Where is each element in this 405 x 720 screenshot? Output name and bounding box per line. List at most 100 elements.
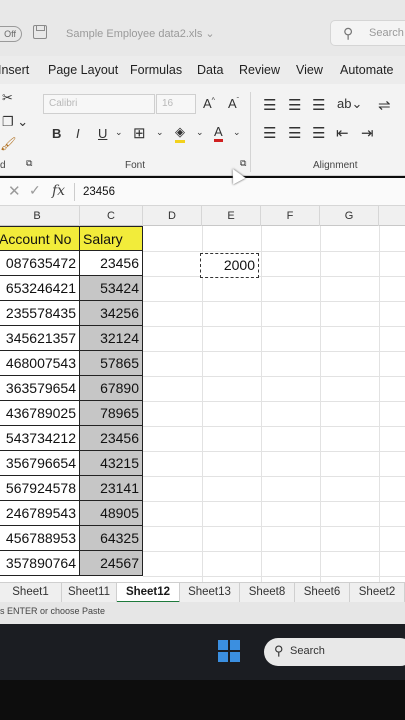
format-painter-icon[interactable]: 🖌 [0, 136, 17, 152]
dialog-launcher-icon[interactable]: ⧉ [26, 158, 32, 169]
chevron-down-icon[interactable]: ⌄ [115, 127, 123, 138]
dialog-launcher-icon[interactable]: ⧉ [240, 158, 246, 169]
autosave-toggle[interactable]: Off [0, 26, 22, 42]
wrap-text-icon[interactable]: ⇌ [378, 96, 391, 114]
align-bottom-icon[interactable]: ☰ [312, 96, 325, 114]
decrease-indent-icon[interactable]: ⇤ [336, 124, 349, 142]
align-middle-icon[interactable]: ☰ [288, 96, 301, 114]
chevron-down-icon[interactable]: ⌄ [233, 127, 241, 138]
enter-icon[interactable]: ✓ [29, 182, 41, 199]
gridline [143, 376, 405, 377]
account-no-cell[interactable]: 456788953 [0, 526, 80, 551]
tab-data[interactable]: Data [197, 63, 223, 77]
font-name-box[interactable]: Calibri [43, 94, 155, 114]
column-header-b[interactable]: B [0, 206, 80, 226]
account-no-cell[interactable]: 468007543 [0, 351, 80, 376]
orientation-icon[interactable]: ab⌄ [337, 96, 362, 112]
gridline [143, 401, 405, 402]
chevron-down-icon[interactable]: ⌄ [156, 127, 164, 138]
fill-color-icon[interactable]: ◈ [175, 124, 185, 143]
increase-indent-icon[interactable]: ⇥ [361, 124, 374, 142]
header-cell-account-no[interactable]: Account No [0, 226, 80, 251]
borders-icon[interactable]: ⊞ [133, 124, 146, 142]
salary-cell[interactable]: 23456 [80, 251, 143, 276]
document-title: Sample Employee data2.xls ⌄ [66, 28, 215, 40]
formula-input[interactable]: 23456 [83, 186, 115, 198]
underline-icon[interactable]: U [98, 126, 107, 141]
taskbar-search[interactable]: ⚲ Search [264, 638, 405, 666]
column-header-e[interactable]: E [202, 206, 261, 226]
salary-cell[interactable]: 64325 [80, 526, 143, 551]
cut-icon[interactable]: ✂ [2, 90, 13, 106]
chevron-down-icon[interactable]: ⌄ [196, 127, 204, 138]
copied-cell-e3[interactable]: 2000 [200, 253, 259, 278]
tab-review[interactable]: Review [239, 63, 280, 77]
sheet-tab-active[interactable]: Sheet12 [117, 583, 180, 603]
bold-icon[interactable]: B [52, 126, 61, 141]
header-cell-salary[interactable]: Salary [80, 226, 143, 251]
salary-cell[interactable]: 32124 [80, 326, 143, 351]
gridline [143, 276, 405, 277]
sheet-tab[interactable]: Sheet11 [62, 583, 117, 603]
cancel-icon[interactable]: ✕ [8, 182, 21, 200]
group-label-font: Font [125, 160, 146, 171]
column-header-d[interactable]: D [143, 206, 202, 226]
account-no-cell[interactable]: 087635472 [0, 251, 80, 276]
worksheet-grid[interactable]: B C D E F G Account No Salary 087635472 234… [0, 206, 405, 582]
font-color-icon[interactable]: A [214, 124, 223, 142]
gridline [143, 451, 405, 452]
sheet-tab[interactable]: Sheet1 [0, 583, 62, 603]
align-left-icon[interactable]: ☰ [263, 124, 276, 142]
gridline [143, 501, 405, 502]
account-no-cell[interactable]: 235578435 [0, 301, 80, 326]
tab-formulas[interactable]: Formulas [130, 63, 182, 77]
save-icon[interactable] [33, 25, 47, 39]
column-header-c[interactable]: C [80, 206, 143, 226]
group-label-clipboard: d [0, 160, 6, 171]
sheet-tab[interactable]: Sheet6 [295, 583, 350, 603]
align-right-icon[interactable]: ☰ [312, 124, 325, 142]
sheet-tab[interactable]: Sheet2 [350, 583, 405, 603]
decrease-font-icon[interactable]: Aˇ [228, 96, 239, 111]
font-size-box[interactable]: 16 [156, 94, 196, 114]
copy-icon[interactable]: ❐ ⌄ [2, 114, 28, 130]
account-no-cell[interactable]: 543734212 [0, 426, 80, 451]
tab-view[interactable]: View [296, 63, 323, 77]
account-no-cell[interactable]: 345621357 [0, 326, 80, 351]
account-no-cell[interactable]: 436789025 [0, 401, 80, 426]
formula-separator [74, 183, 75, 201]
italic-icon[interactable]: I [76, 126, 80, 141]
account-no-cell[interactable]: 567924578 [0, 476, 80, 501]
account-no-cell[interactable]: 363579654 [0, 376, 80, 401]
gridline [143, 551, 405, 552]
tab-page-layout[interactable]: Page Layout [48, 63, 118, 77]
tab-insert[interactable]: Insert [0, 63, 29, 77]
column-header-f[interactable]: F [261, 206, 320, 226]
sheet-tab[interactable]: Sheet13 [180, 583, 240, 603]
sheet-tab-bar: Sheet1 Sheet11 Sheet12 Sheet13 Sheet8 Sh… [0, 582, 405, 603]
salary-cell[interactable]: 67890 [80, 376, 143, 401]
salary-cell[interactable]: 23456 [80, 426, 143, 451]
account-no-cell[interactable]: 357890764 [0, 551, 80, 576]
salary-cell[interactable]: 23141 [80, 476, 143, 501]
column-header-g[interactable]: G [320, 206, 379, 226]
salary-cell[interactable]: 24567 [80, 551, 143, 576]
windows-start-icon[interactable] [218, 640, 240, 662]
sheet-tab[interactable]: Sheet8 [240, 583, 295, 603]
align-center-icon[interactable]: ☰ [288, 124, 301, 142]
salary-cell[interactable]: 48905 [80, 501, 143, 526]
salary-cell[interactable]: 43215 [80, 451, 143, 476]
salary-cell[interactable]: 78965 [80, 401, 143, 426]
align-top-icon[interactable]: ☰ [263, 96, 276, 114]
account-no-cell[interactable]: 356796654 [0, 451, 80, 476]
windows-taskbar: ⚲ Search [0, 624, 405, 720]
tab-automate[interactable]: Automate [340, 63, 394, 77]
salary-cell[interactable]: 53424 [80, 276, 143, 301]
increase-font-icon[interactable]: A^ [203, 96, 215, 111]
account-no-cell[interactable]: 246789543 [0, 501, 80, 526]
search-box[interactable]: ⚲ Search [330, 20, 405, 46]
function-icon[interactable]: fx [52, 183, 65, 199]
salary-cell[interactable]: 57865 [80, 351, 143, 376]
salary-cell[interactable]: 34256 [80, 301, 143, 326]
account-no-cell[interactable]: 653246421 [0, 276, 80, 301]
